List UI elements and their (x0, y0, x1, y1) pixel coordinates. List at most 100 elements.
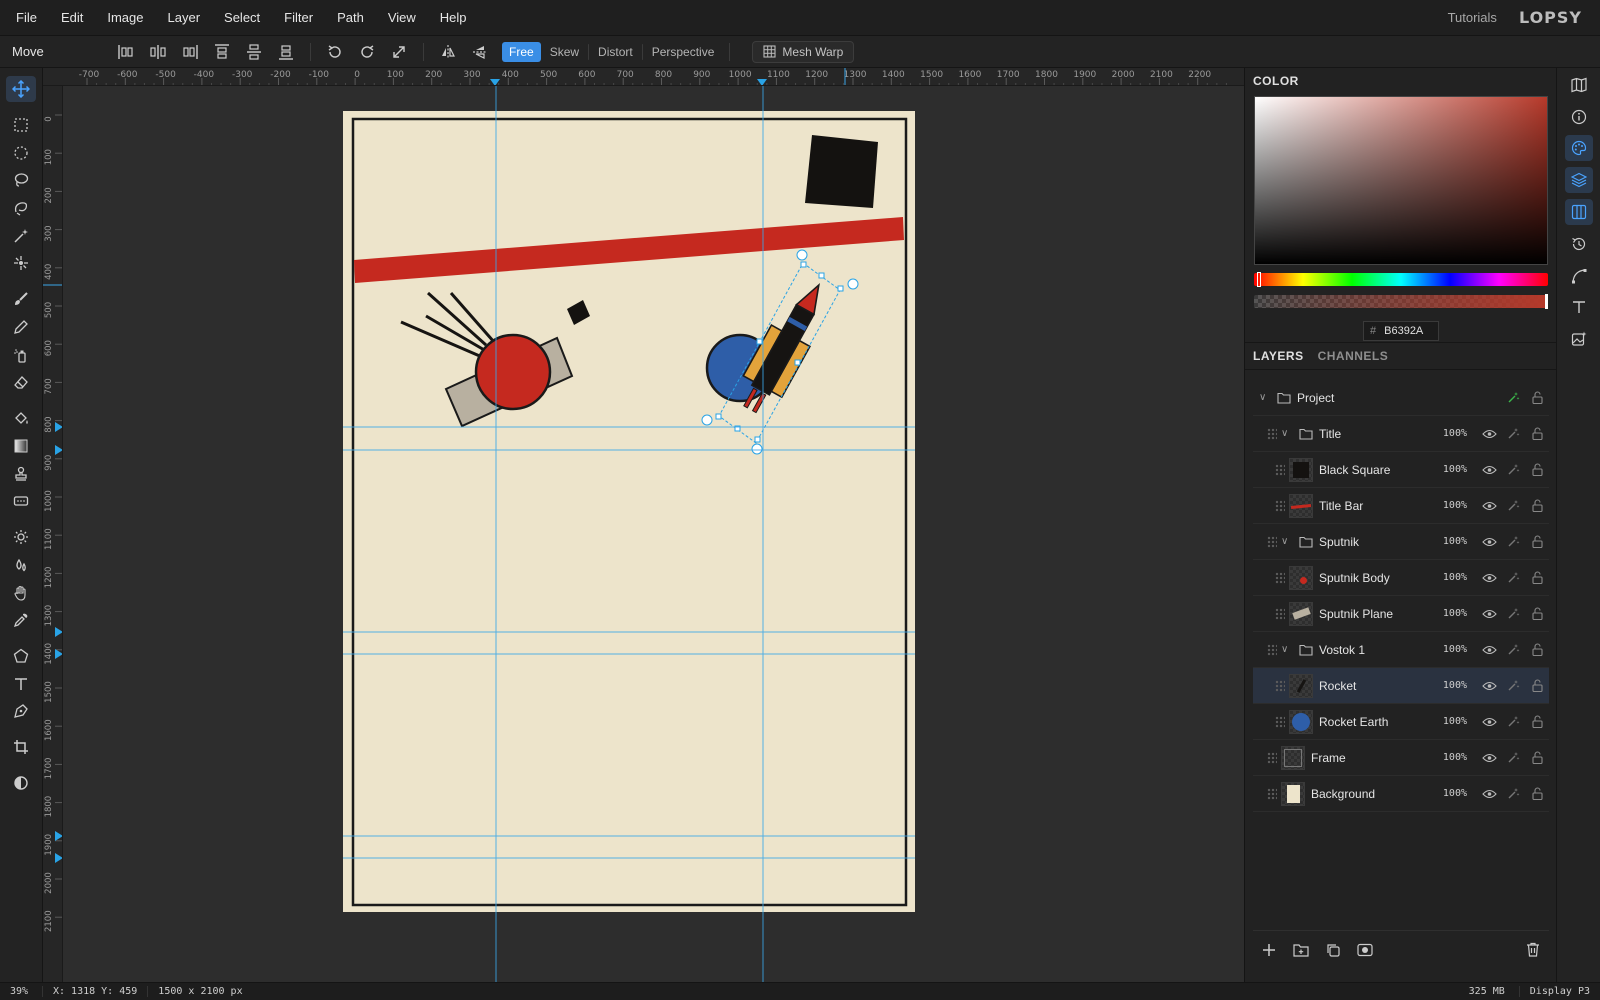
layer-opacity[interactable]: 100% (1427, 572, 1467, 583)
image-panel-button[interactable] (1565, 326, 1593, 352)
adjustment-toggle[interactable] (6, 770, 36, 796)
lock-toggle[interactable] (1525, 391, 1549, 404)
zoom-level[interactable]: 39% (0, 986, 43, 997)
effects-toggle[interactable] (1501, 787, 1525, 800)
transform-handle[interactable] (756, 338, 763, 345)
align-right-button[interactable] (174, 38, 206, 66)
visibility-toggle[interactable] (1477, 753, 1501, 763)
visibility-toggle[interactable] (1477, 537, 1501, 547)
lock-toggle[interactable] (1525, 535, 1549, 548)
character-panel-button[interactable] (1565, 294, 1593, 320)
mesh-warp-button[interactable]: Mesh Warp (752, 40, 855, 63)
scale-button[interactable] (383, 38, 415, 66)
effects-toggle[interactable] (1501, 427, 1525, 440)
lasso-tool[interactable] (6, 167, 36, 193)
hex-input[interactable]: # B6392A (1363, 321, 1439, 341)
pen-tool[interactable] (6, 698, 36, 724)
effects-toggle[interactable] (1501, 643, 1525, 656)
layer-opacity[interactable]: 100% (1427, 464, 1467, 475)
align-top-button[interactable] (206, 38, 238, 66)
effects-toggle[interactable] (1501, 679, 1525, 692)
rotate-ccw-button[interactable] (319, 38, 351, 66)
lock-toggle[interactable] (1525, 463, 1549, 476)
align-bottom-button[interactable] (270, 38, 302, 66)
lock-toggle[interactable] (1525, 751, 1549, 764)
guide-marker[interactable] (55, 649, 63, 659)
menu-edit[interactable]: Edit (49, 0, 95, 36)
layer-opacity[interactable]: 100% (1427, 644, 1467, 655)
lock-toggle[interactable] (1525, 787, 1549, 800)
drag-handle-icon[interactable] (1267, 643, 1277, 656)
canvas-area[interactable] (63, 86, 1244, 982)
hue-slider-thumb[interactable] (1257, 272, 1261, 287)
layer-opacity[interactable]: 100% (1427, 788, 1467, 799)
transform-handle[interactable] (751, 443, 763, 455)
eraser-tool[interactable] (6, 369, 36, 395)
layer-row[interactable]: ∨ Title 100% (1253, 416, 1549, 452)
chevron-down-icon[interactable]: ∨ (1281, 536, 1293, 547)
layer-opacity[interactable]: 100% (1427, 608, 1467, 619)
menu-select[interactable]: Select (212, 0, 272, 36)
menu-layer[interactable]: Layer (156, 0, 213, 36)
alpha-slider-thumb[interactable] (1545, 294, 1548, 309)
mode-perspective-button[interactable]: Perspective (645, 42, 722, 62)
layer-row[interactable]: Title Bar 100% (1253, 488, 1549, 524)
add-layer-button[interactable] (1253, 943, 1285, 957)
text-tool[interactable] (6, 671, 36, 697)
info-panel-button[interactable] (1565, 104, 1593, 130)
visibility-toggle[interactable] (1477, 717, 1501, 727)
drag-handle-icon[interactable] (1267, 535, 1277, 548)
visibility-toggle[interactable] (1477, 681, 1501, 691)
effects-toggle[interactable] (1501, 535, 1525, 548)
align-center-h-button[interactable] (142, 38, 174, 66)
guide-marker[interactable] (757, 79, 767, 86)
drag-handle-icon[interactable] (1275, 607, 1285, 620)
tutorials-link[interactable]: Tutorials (1448, 10, 1497, 25)
drag-handle-icon[interactable] (1275, 463, 1285, 476)
layer-opacity[interactable]: 100% (1427, 752, 1467, 763)
mode-distort-button[interactable]: Distort (591, 42, 640, 62)
lock-toggle[interactable] (1525, 715, 1549, 728)
layer-row[interactable]: Background 100% (1253, 776, 1549, 812)
effects-toggle[interactable] (1501, 751, 1525, 764)
channels-panel-button[interactable] (1565, 199, 1593, 225)
layer-row[interactable]: ∨ Sputnik 100% (1253, 524, 1549, 560)
transform-handle[interactable] (701, 414, 713, 426)
menu-image[interactable]: Image (95, 0, 155, 36)
crop-tool[interactable] (6, 734, 36, 760)
visibility-toggle[interactable] (1477, 645, 1501, 655)
pencil-tool[interactable] (6, 314, 36, 340)
layer-row[interactable]: Rocket Earth 100% (1253, 704, 1549, 740)
eyedropper-tool[interactable] (6, 607, 36, 633)
guide-marker[interactable] (55, 853, 63, 863)
chevron-down-icon[interactable]: ∨ (1259, 392, 1271, 403)
duplicate-layer-button[interactable] (1317, 943, 1349, 957)
patch-tool[interactable] (6, 488, 36, 514)
layer-row[interactable]: Sputnik Body 100% (1253, 560, 1549, 596)
ellipse-select-tool[interactable] (6, 140, 36, 166)
visibility-toggle[interactable] (1477, 609, 1501, 619)
layer-opacity[interactable]: 100% (1427, 428, 1467, 439)
fill-tool[interactable] (6, 405, 36, 431)
color-saturation-picker[interactable] (1254, 96, 1548, 265)
layer-row[interactable]: Sputnik Plane 100% (1253, 596, 1549, 632)
drag-handle-icon[interactable] (1267, 427, 1277, 440)
mask-layer-button[interactable] (1349, 943, 1381, 957)
transform-handle[interactable] (837, 285, 844, 292)
lock-toggle[interactable] (1525, 607, 1549, 620)
mode-skew-button[interactable]: Skew (543, 42, 586, 62)
visibility-toggle[interactable] (1477, 465, 1501, 475)
tab-channels[interactable]: CHANNELS (1318, 349, 1389, 363)
effects-toggle[interactable] (1501, 463, 1525, 476)
drag-handle-icon[interactable] (1267, 787, 1277, 800)
layer-row[interactable]: Frame 100% (1253, 740, 1549, 776)
transform-handle[interactable] (796, 249, 808, 261)
menu-help[interactable]: Help (428, 0, 479, 36)
drag-handle-icon[interactable] (1275, 499, 1285, 512)
menu-path[interactable]: Path (325, 0, 376, 36)
layer-row[interactable]: Rocket 100% (1253, 668, 1549, 704)
drag-handle-icon[interactable] (1275, 679, 1285, 692)
transform-handle[interactable] (754, 436, 761, 443)
hex-value[interactable]: B6392A (1384, 325, 1423, 337)
transform-handle[interactable] (715, 413, 722, 420)
